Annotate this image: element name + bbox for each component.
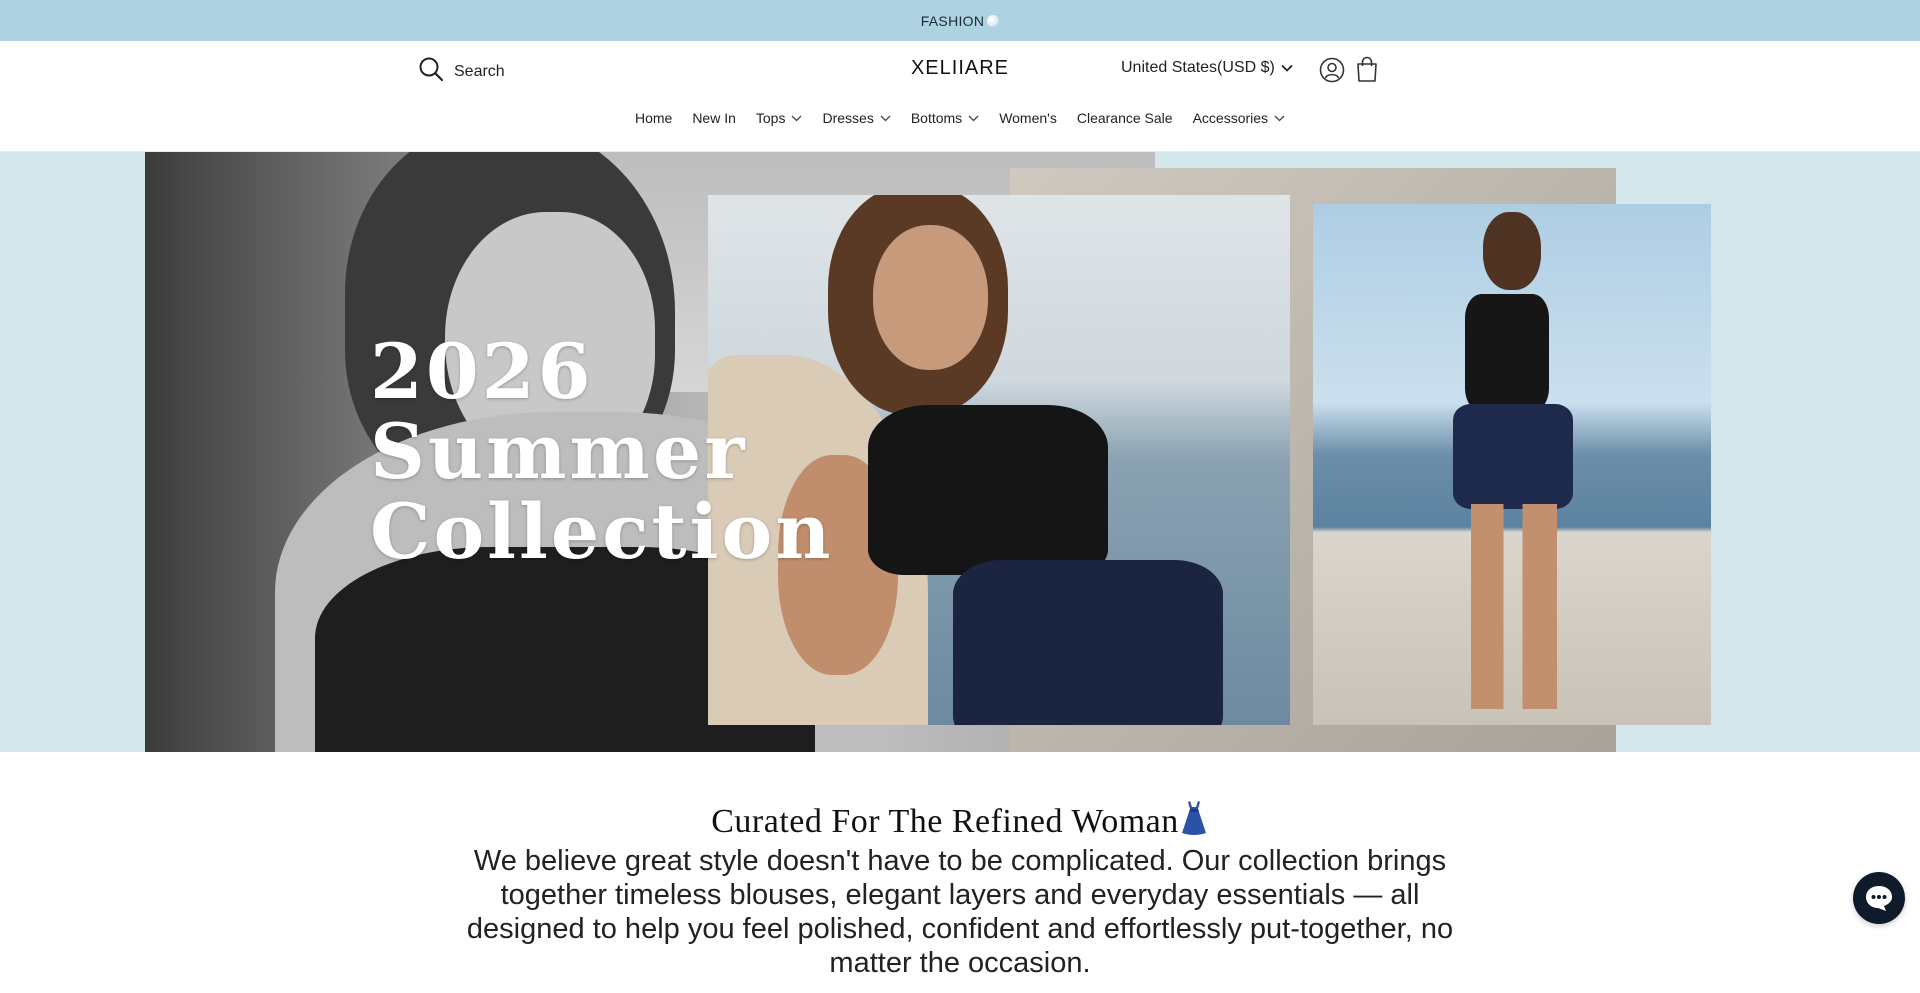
- nav-item-label: Accessories: [1192, 110, 1269, 126]
- site-logo[interactable]: XELIIARE: [911, 57, 1009, 79]
- nav-item-womens[interactable]: Women's: [999, 110, 1057, 126]
- nav-item-tops[interactable]: Tops: [756, 110, 803, 126]
- announcement-bar: FASHION: [0, 0, 1920, 41]
- section-body: We believe great style doesn't have to b…: [466, 845, 1454, 979]
- search-trigger[interactable]: Search: [418, 56, 505, 82]
- hero-headline-line: Collection: [370, 487, 834, 576]
- chevron-down-icon: [1274, 115, 1285, 121]
- nav-item-bottoms[interactable]: Bottoms: [911, 110, 979, 126]
- hero-banner[interactable]: 2026 Summer Collection: [0, 152, 1920, 752]
- dress-icon: [1181, 801, 1206, 835]
- hero-headline-line: Summer: [370, 407, 748, 496]
- hero-headline-line: 2026: [370, 327, 594, 416]
- section-title-text: Curated For The Refined Woman: [711, 803, 1179, 840]
- nav-item-dresses[interactable]: Dresses: [822, 110, 891, 126]
- search-label: Search: [454, 63, 505, 80]
- cart-icon[interactable]: [1354, 55, 1380, 83]
- chat-button[interactable]: [1853, 872, 1905, 924]
- chevron-down-icon: [968, 115, 979, 121]
- country-currency-label: United States(USD $): [1121, 59, 1275, 76]
- announcement-text: FASHION: [920, 12, 985, 29]
- search-icon: [419, 57, 444, 82]
- chat-bubble-icon: [1866, 886, 1892, 911]
- intro-section: Curated For The Refined Woman We believe…: [0, 800, 1920, 980]
- nav-item-label: Bottoms: [910, 110, 963, 126]
- chevron-down-icon: [792, 115, 802, 121]
- nav-item-new-in[interactable]: New In: [692, 110, 736, 126]
- chevron-down-icon: [1281, 64, 1293, 72]
- nav-item-label: New In: [692, 110, 736, 126]
- nav-item-label: Home: [634, 110, 673, 126]
- nav-item-label: Tops: [755, 110, 786, 126]
- site-header: Search XELIIARE United States(USD $) Hom…: [0, 41, 1920, 152]
- section-title: Curated For The Refined Woman: [0, 800, 1920, 842]
- chevron-down-icon: [880, 115, 891, 121]
- hero-headline: 2026 Summer Collection: [370, 332, 833, 572]
- nav-item-label: Dresses: [822, 110, 874, 126]
- moon-icon: [987, 14, 1000, 27]
- nav-item-home[interactable]: Home: [635, 110, 672, 126]
- nav-item-label: Clearance Sale: [1076, 110, 1173, 126]
- nav-item-label: Women's: [999, 110, 1057, 126]
- main-navigation: Home New In Tops Dresses Bottoms Women's…: [0, 110, 1920, 126]
- country-currency-selector[interactable]: United States(USD $): [1121, 59, 1293, 77]
- hero-photo-model-standing: [1313, 204, 1711, 725]
- nav-item-clearance-sale[interactable]: Clearance Sale: [1077, 110, 1173, 126]
- account-icon[interactable]: [1319, 57, 1345, 83]
- nav-item-accessories[interactable]: Accessories: [1193, 110, 1285, 126]
